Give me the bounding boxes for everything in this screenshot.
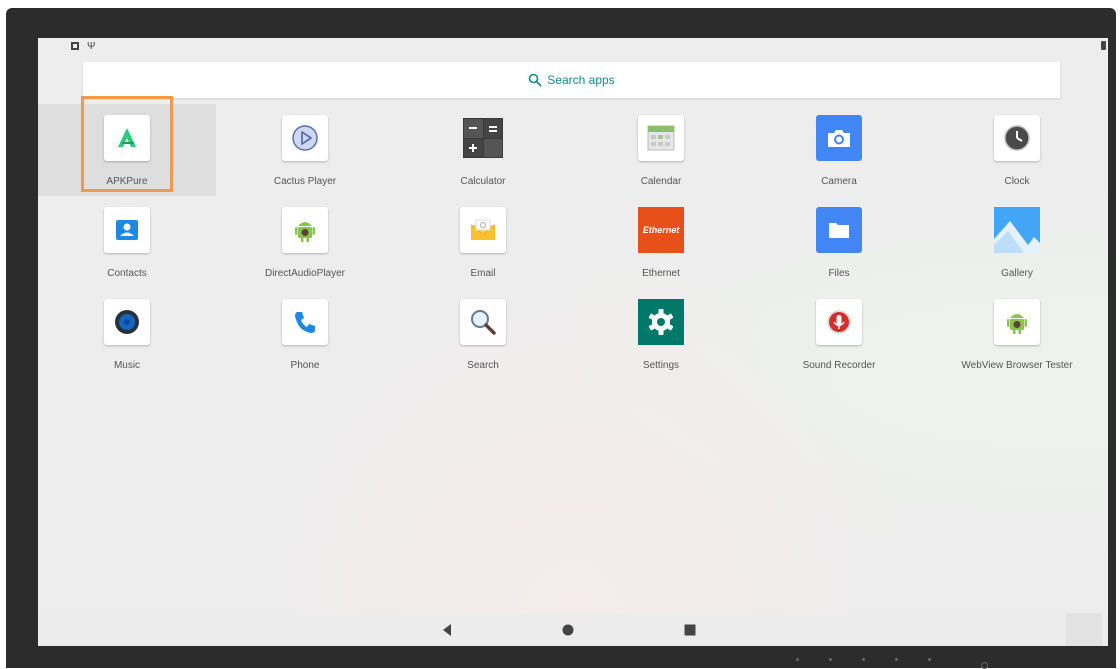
battery-icon [1101, 41, 1106, 50]
app-search[interactable]: Search [394, 288, 572, 380]
settings-gear-icon [638, 299, 684, 345]
music-icon [104, 299, 150, 345]
app-calendar[interactable]: Calendar [572, 104, 750, 196]
phone-icon [282, 299, 328, 345]
calendar-icon [638, 115, 684, 161]
android-icon [994, 299, 1040, 345]
status-bar: Ψ [38, 38, 1108, 54]
android-icon [282, 207, 328, 253]
navigation-bar [38, 613, 1108, 646]
search-icon [528, 73, 542, 87]
back-icon[interactable] [440, 623, 454, 637]
search-apps-label: Search apps [547, 73, 615, 87]
monitor-bezel: Ψ Search apps APKPure Cactus Player Calc… [6, 8, 1116, 669]
folder-icon [816, 207, 862, 253]
app-label: Gallery [1001, 268, 1033, 279]
app-label: Sound Recorder [802, 360, 876, 371]
app-contacts[interactable]: Contacts [38, 196, 216, 288]
nav-corner-block [1066, 613, 1102, 646]
app-gallery[interactable]: Gallery [928, 196, 1106, 288]
microphone-icon [816, 299, 862, 345]
app-label: Clock [1004, 176, 1030, 187]
clock-icon [994, 115, 1040, 161]
magnifier-icon [460, 299, 506, 345]
app-label: Calculator [460, 176, 506, 187]
app-ethernet[interactable]: Ethernet Ethernet [572, 196, 750, 288]
app-webview-browser-tester[interactable]: WebView Browser Tester [928, 288, 1106, 380]
app-phone[interactable]: Phone [216, 288, 394, 380]
search-apps-bar[interactable]: Search apps [83, 62, 1060, 98]
selection-highlight [81, 96, 173, 192]
recents-icon[interactable] [683, 623, 697, 637]
bezel-buttons [796, 658, 931, 661]
app-sound-recorder[interactable]: Sound Recorder [750, 288, 928, 380]
app-files[interactable]: Files [750, 196, 928, 288]
app-settings[interactable]: Settings [572, 288, 750, 380]
ethernet-icon: Ethernet [638, 207, 684, 253]
home-icon[interactable] [561, 623, 575, 637]
gallery-icon [994, 207, 1040, 253]
app-label: Camera [821, 176, 857, 187]
app-label: Cactus Player [273, 176, 337, 187]
android-screen: Ψ Search apps APKPure Cactus Player Calc… [38, 38, 1108, 646]
app-cactus-player[interactable]: Cactus Player [216, 104, 394, 196]
app-music[interactable]: Music [38, 288, 216, 380]
app-label: Calendar [640, 176, 682, 187]
app-label: Music [113, 360, 141, 371]
app-label: Ethernet [642, 268, 680, 279]
app-email[interactable]: Email [394, 196, 572, 288]
app-label: Contacts [107, 268, 147, 279]
calculator-icon [460, 115, 506, 161]
email-icon [460, 207, 506, 253]
notification-icon [71, 42, 79, 50]
app-label: WebView Browser Tester [961, 360, 1073, 371]
app-label: Email [470, 268, 496, 279]
app-label: Phone [290, 360, 320, 371]
camera-icon [816, 115, 862, 161]
app-label: Settings [642, 360, 680, 371]
app-clock[interactable]: Clock [928, 104, 1106, 196]
app-label: Search [467, 360, 499, 371]
app-camera[interactable]: Camera [750, 104, 928, 196]
app-calculator[interactable]: Calculator [394, 104, 572, 196]
app-label: DirectAudioPlayer [264, 268, 346, 279]
cactus-player-icon [282, 115, 328, 161]
app-directaudioplayer[interactable]: DirectAudioPlayer [216, 196, 394, 288]
usb-icon: Ψ [87, 41, 96, 52]
contacts-icon [104, 207, 150, 253]
app-label: Files [828, 268, 850, 279]
